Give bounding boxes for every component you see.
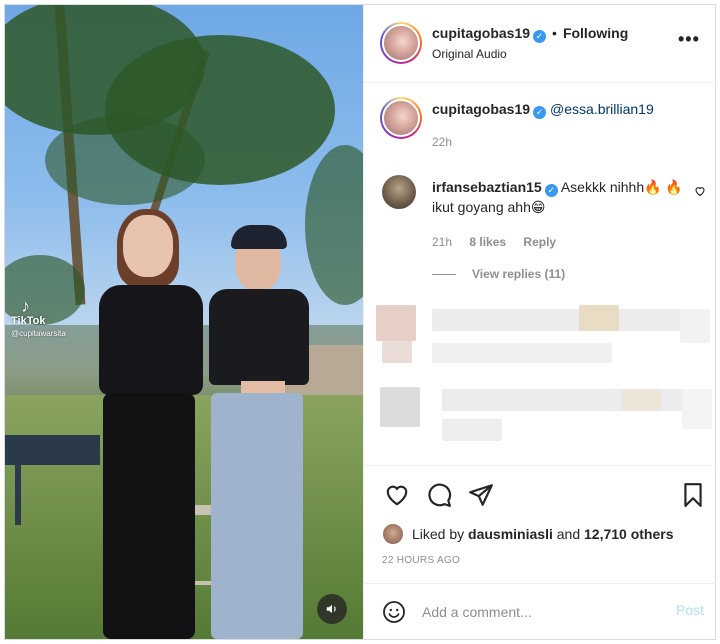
blur-pixel (376, 305, 416, 341)
mute-button[interactable] (317, 594, 347, 624)
black-cap (231, 225, 287, 249)
comment-input[interactable] (422, 601, 662, 623)
author-username[interactable]: cupitagobas19 (432, 25, 530, 41)
verified-badge-icon: ✓ (533, 106, 547, 119)
blur-pixel (442, 419, 502, 441)
blur-pixel (680, 309, 710, 343)
post-header: cupitagobas19 ✓ • Following Original Audio … (364, 5, 716, 83)
separator: • (552, 25, 557, 41)
caption-timestamp: 22h (432, 135, 453, 149)
comment-meta: 21h 8 likes Reply (432, 235, 570, 249)
comment-time: 21h (432, 235, 453, 249)
verified-badge-icon: ✓ (533, 30, 547, 43)
likes-others[interactable]: 12,710 others (584, 526, 674, 542)
black-top (209, 289, 309, 385)
blur-pixel (432, 309, 682, 331)
avatar-image (382, 99, 420, 137)
action-bar (364, 465, 716, 525)
like-comment-heart-icon[interactable] (694, 185, 706, 197)
tiktok-handle: @cupitawarsita (11, 329, 66, 338)
likes-prefix: Liked by (412, 526, 465, 542)
bookmark-icon[interactable] (680, 482, 706, 508)
caption-username[interactable]: cupitagobas19 (432, 101, 530, 117)
view-replies-label: View replies (11) (472, 267, 566, 281)
liker-avatar[interactable] (382, 523, 404, 545)
comment-bar: Post (364, 583, 716, 639)
verified-badge-icon: ✓ (544, 184, 558, 197)
liker-username[interactable]: dausminiasli (468, 526, 553, 542)
post-timestamp: 22 HOURS AGO (382, 555, 461, 566)
divider-line (432, 273, 456, 275)
person-right (205, 225, 315, 639)
caption: cupitagobas19 ✓ @essa.brillian19 (432, 101, 654, 119)
table-leg (15, 465, 21, 525)
caption-avatar[interactable] (380, 97, 422, 139)
post-video[interactable]: ♪ TikTok @cupitawarsita (5, 5, 363, 639)
post-side-panel: cupitagobas19 ✓ • Following Original Audio … (363, 5, 716, 639)
more-options-icon[interactable]: ••• (678, 29, 700, 50)
tiktok-label: TikTok (11, 315, 46, 327)
view-replies-button[interactable]: View replies (11) (432, 267, 565, 281)
heart-icon[interactable] (384, 482, 410, 508)
share-icon[interactable] (468, 482, 494, 508)
commenter-avatar[interactable] (382, 175, 416, 209)
comment-body: irfansebaztian15 ✓ Asekkk nihhh🔥 🔥 ikut g… (432, 177, 688, 217)
black-top (99, 285, 203, 395)
author-avatar[interactable] (380, 22, 422, 64)
blur-pixel (622, 389, 662, 411)
blur-pixel (380, 387, 420, 427)
tiktok-logo-icon: ♪ (21, 296, 30, 316)
post-comment-button[interactable]: Post (676, 602, 704, 618)
comment-likes[interactable]: 8 likes (469, 235, 506, 249)
blur-pixel (382, 341, 412, 363)
caption-mention-link[interactable]: @essa.brillian19 (550, 101, 654, 117)
emoji-icon[interactable] (382, 600, 406, 624)
person-left (83, 209, 203, 639)
header-name-row: cupitagobas19 ✓ • Following (432, 25, 628, 43)
blur-pixel (682, 389, 712, 429)
commenter-username[interactable]: irfansebaztian15 (432, 179, 542, 195)
likes-and: and (556, 526, 581, 542)
audio-link[interactable]: Original Audio (432, 47, 507, 61)
comment-icon[interactable] (426, 482, 452, 508)
instagram-post-window: ♪ TikTok @cupitawarsita cupitagobas19 ✓ • F… (4, 4, 716, 640)
following-button[interactable]: Following (563, 25, 628, 41)
jeans (211, 393, 303, 639)
speaker-icon (326, 604, 336, 614)
blur-pixel (432, 343, 612, 363)
black-pants (103, 393, 195, 639)
tiktok-watermark: ♪ TikTok @cupitawarsita (11, 297, 66, 338)
avatar-image (382, 24, 420, 62)
reply-button[interactable]: Reply (523, 235, 556, 249)
likes-summary: Liked by dausminiasli and 12,710 others (382, 523, 674, 545)
tree-foliage (45, 115, 205, 205)
face (123, 215, 173, 277)
blur-pixel (579, 305, 619, 331)
